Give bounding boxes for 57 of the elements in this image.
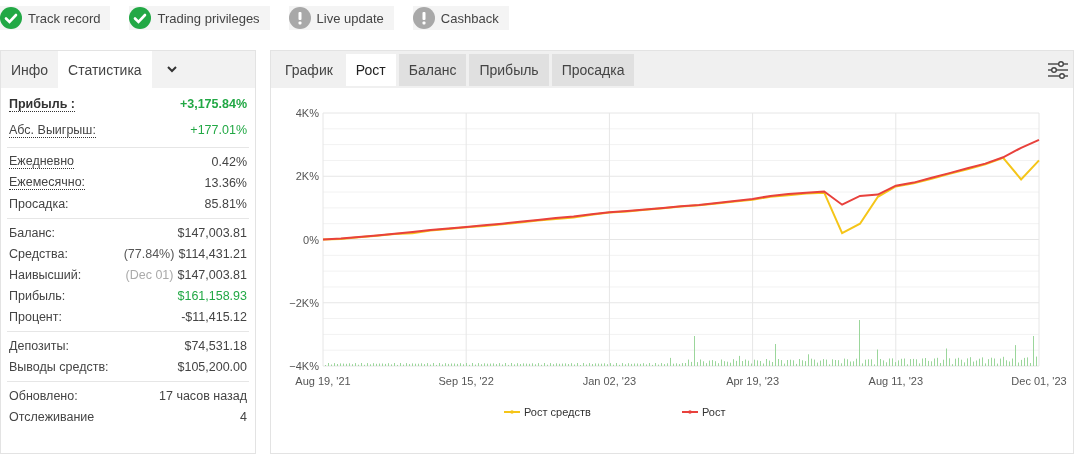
axis-label: Sep 15, '22	[438, 375, 494, 387]
stat-label: Абс. Выигрыш:	[9, 122, 96, 138]
stat-value: +3,175.84%	[179, 97, 247, 111]
axis-label: 2K%	[295, 170, 319, 183]
legend-label[interactable]: Рост	[702, 406, 726, 418]
status-badge: Track record	[0, 6, 111, 30]
axis-label: −2K%	[289, 296, 319, 309]
tab[interactable]: Прибыль	[469, 53, 549, 86]
stat-label: Отслеживание	[9, 409, 95, 424]
axis-label: Dec 01, '23	[1011, 375, 1067, 387]
stat-note: (77.84%)	[123, 246, 175, 261]
stat-label: Ежемесячно:	[9, 175, 86, 190]
tab[interactable]: Просадка	[551, 53, 635, 86]
axis-label: Apr 19, '23	[726, 375, 780, 387]
tab[interactable]: Инфо	[1, 51, 59, 88]
tab[interactable]: Рост	[345, 53, 396, 86]
stat-value: $147,003.81	[177, 225, 247, 240]
stat-value: 85.81%	[204, 196, 247, 211]
axis-label: Aug 11, '23	[868, 375, 924, 387]
stat-value: -$11,415.12	[181, 309, 247, 324]
stat-label: Депозиты:	[9, 338, 69, 353]
tab[interactable]: Баланс	[398, 53, 467, 86]
stat-label: Прибыль:	[9, 288, 66, 303]
stat-value: $147,003.81	[177, 267, 247, 282]
stat-label: Выводы средств:	[9, 359, 109, 374]
stat-value: 4	[240, 409, 247, 424]
stat-label: Прибыль :	[9, 96, 75, 112]
stat-label: Просадка:	[9, 196, 69, 211]
axis-label: Jan 02, '23	[582, 375, 637, 387]
stat-value: 13.36%	[204, 175, 247, 190]
legend-swatch	[681, 410, 699, 414]
stat-value: +177.01%	[190, 123, 247, 137]
legend-label[interactable]: Рост средств	[524, 406, 591, 418]
axis-label: Aug 19, '21	[295, 375, 351, 387]
stat-label: Наивысший:	[9, 267, 82, 282]
legend-swatch	[503, 410, 521, 414]
stat-label: Процент:	[9, 309, 62, 324]
status-badge: Cashback	[412, 6, 509, 30]
stat-value: 17 часов назад	[159, 388, 247, 403]
stat-note: (Dec 01)	[125, 267, 174, 282]
status-badge: Trading privileges	[129, 6, 270, 30]
axis-label: −4K%	[289, 360, 319, 372]
stat-label: Ежедневно	[9, 154, 75, 169]
stat-value: $114,431.21	[178, 246, 247, 261]
stat-value: 0.42%	[211, 154, 247, 169]
stat-value: $161,158.93	[177, 288, 247, 303]
stat-label: Баланс:	[9, 225, 56, 240]
stat-label: Обновлено:	[9, 388, 78, 403]
status-badge: Live update	[288, 6, 394, 30]
axis-label: 4K%	[295, 107, 319, 119]
tab[interactable]: График	[275, 53, 343, 86]
tab[interactable]: Статистика	[58, 51, 152, 88]
stat-value: $74,531.18	[184, 338, 247, 353]
stat-value: $105,200.00	[177, 359, 247, 374]
axis-label: 0%	[303, 233, 319, 246]
stat-label: Средства:	[9, 246, 68, 261]
settings-icon[interactable]	[1047, 59, 1069, 80]
